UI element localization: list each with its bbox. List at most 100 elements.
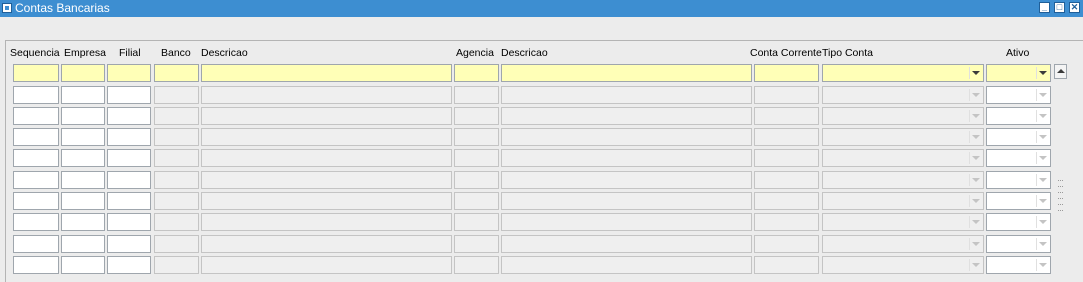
agencia-field[interactable]: [454, 192, 499, 210]
descricao-banco-field[interactable]: [201, 128, 452, 146]
filial-field[interactable]: [107, 128, 151, 146]
banco-field[interactable]: [154, 149, 199, 167]
sequencia-field[interactable]: [13, 149, 59, 167]
descricao-banco-field[interactable]: [201, 256, 452, 274]
filial-field[interactable]: [107, 86, 151, 104]
filial-field[interactable]: [107, 192, 151, 210]
chevron-down-icon[interactable]: [972, 199, 980, 203]
scroll-grip[interactable]: [1058, 198, 1063, 201]
close-icon[interactable]: ✕: [1069, 2, 1080, 13]
filial-field[interactable]: [107, 149, 151, 167]
empresa-field[interactable]: [61, 107, 105, 125]
filial-field[interactable]: [107, 256, 151, 274]
descricao-banco-field[interactable]: [201, 213, 452, 231]
descricao-agencia-field[interactable]: [501, 107, 752, 125]
empresa-field[interactable]: [61, 149, 105, 167]
chevron-down-icon[interactable]: [972, 135, 980, 139]
descricao-banco-field[interactable]: [201, 107, 452, 125]
descricao-banco-field[interactable]: [201, 149, 452, 167]
scroll-grip[interactable]: [1058, 186, 1063, 189]
descricao-agencia-field[interactable]: [501, 171, 752, 189]
descricao-agencia-field[interactable]: [501, 235, 752, 253]
empresa-field[interactable]: [61, 213, 105, 231]
chevron-down-icon[interactable]: [972, 93, 980, 97]
filial-field[interactable]: [107, 171, 151, 189]
descricao-agencia-field[interactable]: [501, 64, 752, 82]
chevron-down-icon[interactable]: [1039, 220, 1047, 224]
chevron-down-icon[interactable]: [1039, 71, 1047, 75]
filial-field[interactable]: [107, 64, 151, 82]
tipo-conta-select[interactable]: [822, 235, 984, 253]
empresa-field[interactable]: [61, 235, 105, 253]
banco-field[interactable]: [154, 171, 199, 189]
conta-corrente-field[interactable]: [754, 107, 819, 125]
agencia-field[interactable]: [454, 235, 499, 253]
conta-corrente-field[interactable]: [754, 171, 819, 189]
scroll-up-icon[interactable]: [1054, 64, 1067, 79]
empresa-field[interactable]: [61, 192, 105, 210]
agencia-field[interactable]: [454, 64, 499, 82]
chevron-down-icon[interactable]: [972, 156, 980, 160]
ativo-select[interactable]: [986, 192, 1051, 210]
descricao-banco-field[interactable]: [201, 86, 452, 104]
scroll-grip[interactable]: [1058, 204, 1063, 207]
ativo-select[interactable]: [986, 149, 1051, 167]
ativo-select[interactable]: [986, 86, 1051, 104]
banco-field[interactable]: [154, 86, 199, 104]
empresa-field[interactable]: [61, 86, 105, 104]
chevron-down-icon[interactable]: [1039, 263, 1047, 267]
sequencia-field[interactable]: [13, 128, 59, 146]
tipo-conta-select[interactable]: [822, 128, 984, 146]
agencia-field[interactable]: [454, 149, 499, 167]
ativo-select[interactable]: [986, 64, 1051, 82]
sequencia-field[interactable]: [13, 213, 59, 231]
banco-field[interactable]: [154, 64, 199, 82]
sequencia-field[interactable]: [13, 192, 59, 210]
empresa-field[interactable]: [61, 64, 105, 82]
sequencia-field[interactable]: [13, 64, 59, 82]
conta-corrente-field[interactable]: [754, 192, 819, 210]
ativo-select[interactable]: [986, 171, 1051, 189]
descricao-banco-field[interactable]: [201, 235, 452, 253]
chevron-down-icon[interactable]: [972, 220, 980, 224]
ativo-select[interactable]: [986, 235, 1051, 253]
ativo-select[interactable]: [986, 107, 1051, 125]
descricao-agencia-field[interactable]: [501, 86, 752, 104]
chevron-down-icon[interactable]: [1039, 178, 1047, 182]
ativo-select[interactable]: [986, 213, 1051, 231]
conta-corrente-field[interactable]: [754, 128, 819, 146]
maximize-icon[interactable]: □: [1054, 2, 1065, 13]
empresa-field[interactable]: [61, 256, 105, 274]
chevron-down-icon[interactable]: [1039, 93, 1047, 97]
tipo-conta-select[interactable]: [822, 256, 984, 274]
conta-corrente-field[interactable]: [754, 213, 819, 231]
sequencia-field[interactable]: [13, 235, 59, 253]
tipo-conta-select[interactable]: [822, 192, 984, 210]
agencia-field[interactable]: [454, 256, 499, 274]
sequencia-field[interactable]: [13, 86, 59, 104]
banco-field[interactable]: [154, 213, 199, 231]
ativo-select[interactable]: [986, 128, 1051, 146]
tipo-conta-select[interactable]: [822, 213, 984, 231]
tipo-conta-select[interactable]: [822, 64, 984, 82]
scroll-grip[interactable]: [1058, 180, 1063, 183]
tipo-conta-select[interactable]: [822, 107, 984, 125]
banco-field[interactable]: [154, 128, 199, 146]
agencia-field[interactable]: [454, 128, 499, 146]
banco-field[interactable]: [154, 107, 199, 125]
chevron-down-icon[interactable]: [1039, 199, 1047, 203]
chevron-down-icon[interactable]: [1039, 242, 1047, 246]
conta-corrente-field[interactable]: [754, 64, 819, 82]
chevron-down-icon[interactable]: [972, 178, 980, 182]
conta-corrente-field[interactable]: [754, 256, 819, 274]
descricao-agencia-field[interactable]: [501, 192, 752, 210]
agencia-field[interactable]: [454, 171, 499, 189]
filial-field[interactable]: [107, 213, 151, 231]
ativo-select[interactable]: [986, 256, 1051, 274]
app-icon[interactable]: [2, 3, 12, 13]
chevron-down-icon[interactable]: [1039, 114, 1047, 118]
scroll-grip[interactable]: [1058, 210, 1063, 213]
descricao-agencia-field[interactable]: [501, 213, 752, 231]
banco-field[interactable]: [154, 256, 199, 274]
agencia-field[interactable]: [454, 213, 499, 231]
